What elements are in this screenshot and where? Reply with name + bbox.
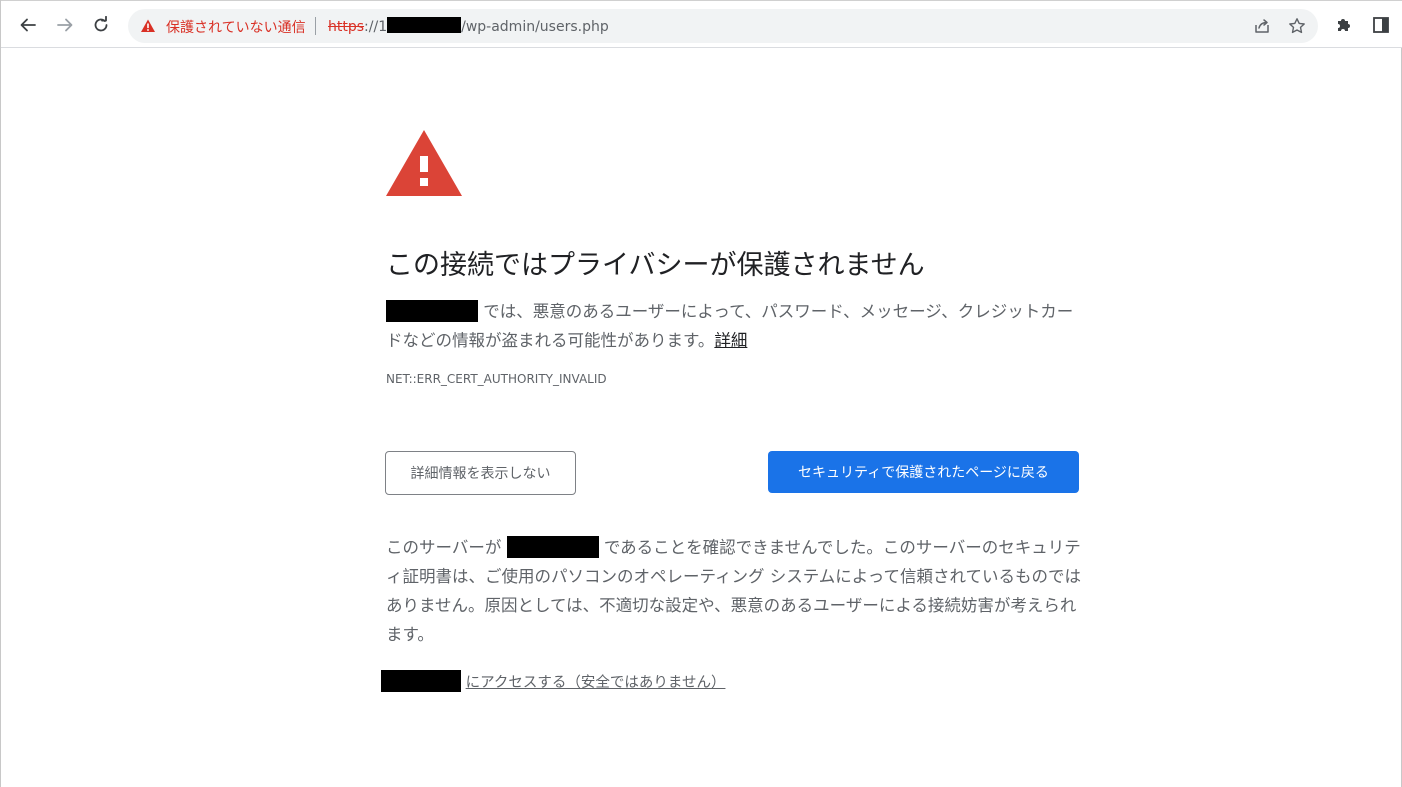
hide-details-button[interactable]: 詳細情報を表示しない [385,451,576,495]
arrow-right-icon [57,18,73,32]
omnibox-separator [315,17,316,35]
learn-more-link[interactable]: 詳細 [714,331,747,350]
error-code: NET::ERR_CERT_AUTHORITY_INVALID [386,372,607,386]
star-icon [1289,18,1305,34]
back-to-safety-button[interactable]: セキュリティで保護されたページに戻る [768,451,1079,493]
browser-toolbar: 保護されていない通信 https://1/wp-admin/users.php [1,0,1402,48]
url-host-prefix: ://1 [364,19,388,35]
share-button[interactable] [1250,15,1274,37]
side-panel-button[interactable] [1366,9,1396,41]
details-paragraph: このサーバーが であることを確認できませんでした。このサーバーのセキュリティ証明… [386,533,1081,649]
reload-button[interactable] [86,9,116,41]
omnibox[interactable]: 保護されていない通信 https://1/wp-admin/users.php [128,9,1318,43]
warning-triangle-icon [386,130,462,196]
back-button[interactable] [13,9,43,41]
redacted-host [381,670,461,692]
bookmark-button[interactable] [1285,15,1309,37]
browser-window: 保護されていない通信 https://1/wp-admin/users.php [0,0,1402,787]
page-title: この接続ではプライバシーが保護されません [386,250,925,281]
share-icon [1255,19,1269,33]
proceed-unsafe-link[interactable]: にアクセスする（安全ではありません） [466,675,726,691]
extensions-button[interactable] [1329,9,1359,41]
url-path: /wp-admin/users.php [461,19,609,35]
redacted-host [506,536,599,558]
puzzle-icon [1338,19,1350,31]
url-text[interactable]: https://1/wp-admin/users.php [328,17,609,35]
security-status-label[interactable]: 保護されていない通信 [166,17,306,37]
side-panel-icon [1373,17,1389,33]
url-scheme: https [328,19,365,35]
reload-icon [94,16,108,32]
details-prefix: このサーバーが [386,538,502,557]
redacted-host [387,17,462,33]
arrow-left-icon [20,18,36,32]
forward-button[interactable] [50,9,80,41]
warning-triangle-icon [141,19,155,32]
proceed-row: にアクセスする（安全ではありません） [381,670,725,692]
intro-paragraph: では、悪意のあるユーザーによって、パスワード、メッセージ、クレジットカードなどの… [386,297,1081,355]
redacted-host [386,300,478,322]
